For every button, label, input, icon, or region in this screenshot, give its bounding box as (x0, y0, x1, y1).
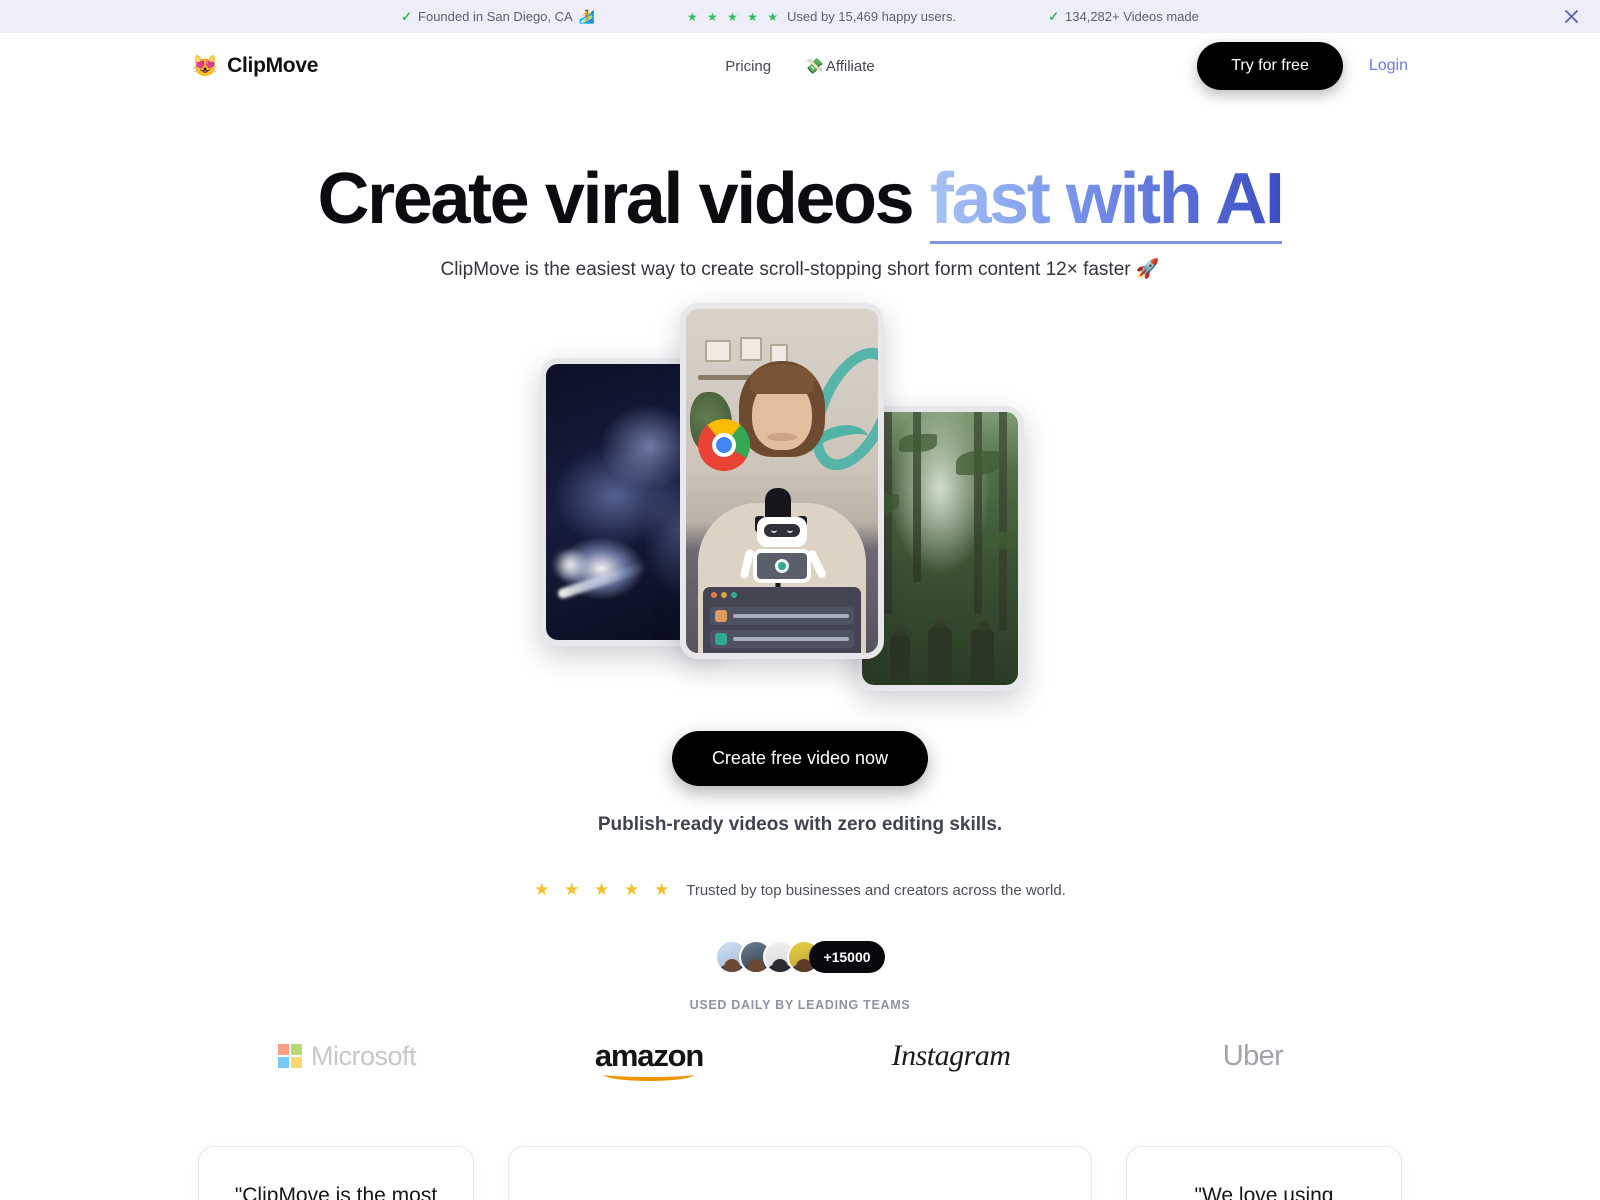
announcement-videos-text: 134,282+ Videos made (1065, 9, 1199, 24)
trust-row: ★ ★ ★ ★ ★ Trusted by top businesses and … (0, 880, 1600, 900)
announcement-founded-text: Founded in San Diego, CA (418, 9, 573, 24)
stars-icon: ★ ★ ★ ★ ★ (686, 9, 781, 24)
testimonial-quote: "ClipMove is the most underrated tool fo… (234, 1184, 438, 1200)
robot-mascot-icon (739, 517, 828, 591)
stars-icon: ★ ★ ★ ★ ★ (534, 880, 675, 900)
check-icon: ✓ (401, 8, 413, 24)
testimonial-card: "ClipMove is awesome to scale up video p… (508, 1146, 1092, 1200)
headline-plain: Create viral videos (317, 159, 930, 239)
soldier-figure (971, 629, 995, 682)
video-card-creator-image (686, 309, 878, 654)
brand-logo[interactable]: 😻 ClipMove (192, 54, 318, 78)
video-card-forest-image (862, 412, 1018, 686)
login-link[interactable]: Login (1369, 57, 1408, 75)
microsoft-squares-icon (277, 1044, 302, 1069)
nav-link-affiliate[interactable]: 💸 Affiliate (805, 57, 875, 76)
hero-tagline: Publish-ready videos with zero editing s… (597, 814, 1003, 836)
announcement-item-videos: ✓ 134,282+ Videos made (1048, 9, 1199, 25)
creator-artwork (686, 309, 878, 654)
try-for-free-button[interactable]: Try for free (1197, 42, 1343, 90)
video-card-creator[interactable] (680, 303, 884, 660)
announcement-banner: ✓ Founded in San Diego, CA 🏄 ★ ★ ★ ★ ★ U… (0, 0, 1600, 33)
app-window-mockup (703, 587, 861, 654)
page-title: Create viral videos fast with AI (0, 159, 1600, 244)
instagram-wordmark: Instagram (891, 1039, 1011, 1073)
nav-actions: Try for free Login (1197, 42, 1408, 90)
announcement-items: ✓ Founded in San Diego, CA 🏄 ★ ★ ★ ★ ★ U… (401, 9, 1199, 25)
brand-logo-row: Microsoft amazon Instagram Uber (0, 1038, 1600, 1082)
hero-section: Create viral videos fast with AI ClipMov… (0, 99, 1600, 1200)
surfer-icon: 🏄 (578, 8, 595, 24)
chrome-icon (697, 419, 750, 472)
soldier-figure (890, 635, 911, 682)
amazon-swoosh-icon (603, 1068, 695, 1082)
announcement-item-founded: ✓ Founded in San Diego, CA 🏄 (401, 9, 595, 25)
hero-cta-wrap: Create free video now Publish-ready vide… (0, 731, 1600, 836)
testimonial-card: "We love using ClipMove to iterate fast … (1126, 1146, 1402, 1200)
brand-name: ClipMove (227, 54, 319, 77)
testimonial-quote: "We love using ClipMove to iterate fast … (1194, 1184, 1334, 1200)
forest-artwork (862, 412, 1018, 686)
nav-link-affiliate-label: Affiliate (825, 57, 875, 75)
nav-link-pricing[interactable]: Pricing (725, 58, 771, 75)
hero-subhead: ClipMove is the easiest way to create sc… (440, 259, 1160, 281)
brand-logo-microsoft: Microsoft (196, 1041, 498, 1072)
cat-heart-eyes-icon: 😻 (192, 54, 219, 78)
brand-logo-amazon: amazon (498, 1038, 800, 1082)
soldier-figure (927, 627, 952, 682)
check-icon: ✓ (1048, 8, 1060, 24)
headline-accent: fast with AI (929, 159, 1285, 244)
light-flare-glow (549, 549, 592, 580)
close-icon[interactable] (1560, 6, 1582, 28)
avatar-count-badge: +15000 (809, 941, 885, 974)
announcement-users-text: Used by 15,469 happy users. (787, 9, 957, 24)
video-collage (540, 303, 1060, 695)
nav-link-pricing-label: Pricing (725, 57, 772, 75)
testimonial-card: "ClipMove is the most underrated tool fo… (198, 1146, 474, 1200)
money-icon: 💸 (805, 58, 824, 75)
used-by-label: USED DAILY BY LEADING TEAMS (689, 998, 911, 1013)
testimonials-row: "ClipMove is the most underrated tool fo… (0, 1146, 1600, 1200)
create-free-video-button[interactable]: Create free video now (671, 731, 929, 787)
brand-logo-uber: Uber (1102, 1040, 1404, 1073)
nav-links: Pricing 💸 Affiliate (725, 57, 875, 76)
trust-text: Trusted by top businesses and creators a… (686, 881, 1066, 899)
announcement-item-users: ★ ★ ★ ★ ★ Used by 15,469 happy users. (687, 9, 956, 24)
main-navigation: 😻 ClipMove Pricing 💸 Affiliate Try for f… (0, 33, 1600, 99)
avatar-group: +15000 (0, 940, 1600, 975)
uber-wordmark: Uber (1222, 1039, 1284, 1072)
brand-logo-instagram: Instagram (800, 1039, 1102, 1073)
microsoft-wordmark: Microsoft (310, 1040, 417, 1071)
